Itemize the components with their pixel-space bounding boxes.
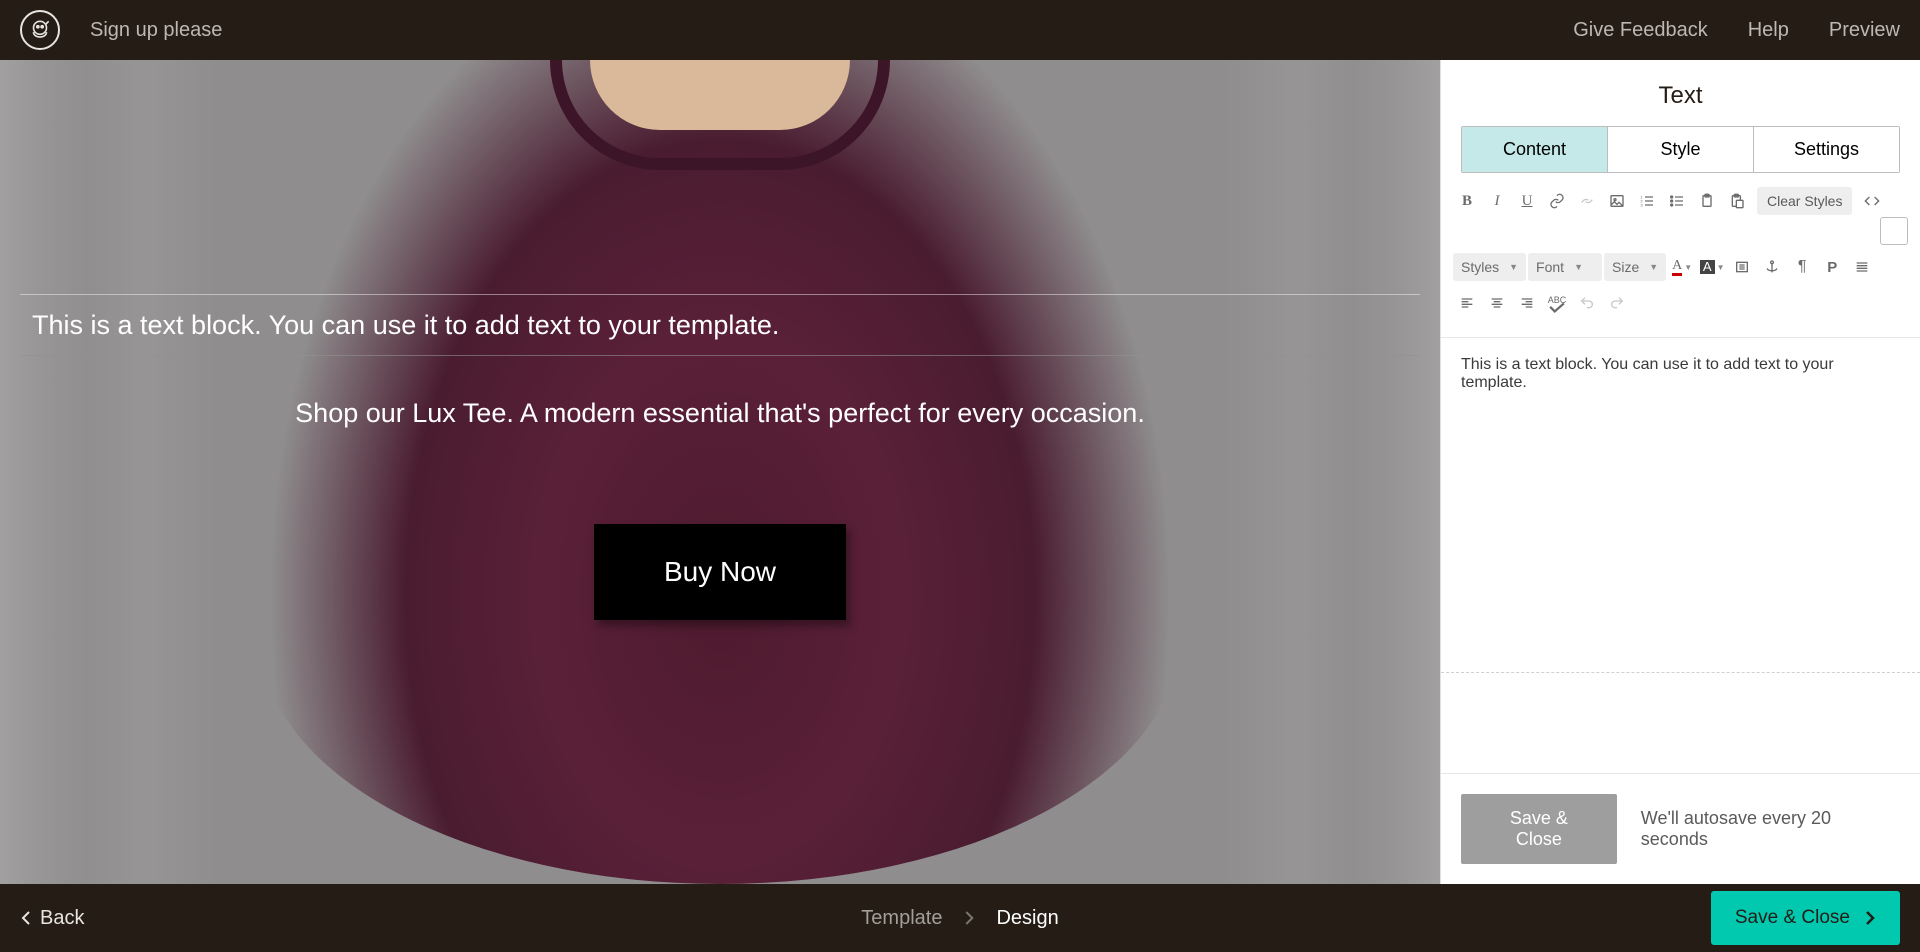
back-label: Back [40,907,84,930]
paste-button[interactable] [1693,187,1721,215]
underline-button[interactable]: U [1513,187,1541,215]
crumb-template[interactable]: Template [861,907,942,930]
align-center-button[interactable] [1483,289,1511,317]
panel-save-close-button[interactable]: Save & Close [1461,794,1617,864]
code-icon [1864,193,1880,209]
size-dropdown[interactable]: Size ▼ [1604,253,1666,281]
unordered-list-icon [1669,193,1685,209]
redo-icon [1609,295,1625,311]
help-link[interactable]: Help [1748,19,1789,42]
justify-button[interactable] [1848,253,1876,281]
align-left-icon [1459,295,1475,311]
justify-icon [1854,259,1870,275]
bottom-bar: Back Template Design Save & Close [0,884,1920,952]
undo-icon [1579,295,1595,311]
text-block-content: This is a text block. You can use it to … [32,309,1408,341]
editor-panel: Text Content Style Settings B I U 123 Cl… [1440,60,1920,884]
align-right-button[interactable] [1513,289,1541,317]
autosave-message: We'll autosave every 20 seconds [1641,808,1900,850]
main-area: This is a text block. You can use it to … [0,60,1920,884]
anchor-icon [1764,259,1780,275]
mailchimp-icon [27,17,53,43]
chevron-left-icon [20,910,32,926]
panel-footer: Save & Close We'll autosave every 20 sec… [1441,773,1920,884]
svg-text:3: 3 [1640,202,1643,207]
bold-icon: B [1462,193,1472,210]
image-button[interactable] [1603,187,1631,215]
size-dropdown-label: Size [1612,259,1639,275]
canvas[interactable]: This is a text block. You can use it to … [0,60,1440,884]
merge-tags-icon [1734,259,1750,275]
anchor-button[interactable] [1758,253,1786,281]
link-button[interactable] [1543,187,1571,215]
ltr-icon: P [1827,259,1837,276]
text-color-button[interactable]: A▼ [1668,253,1696,281]
merge-tags-button[interactable] [1728,253,1756,281]
source-code-button[interactable] [1858,187,1886,215]
text-editor[interactable]: This is a text block. You can use it to … [1441,338,1920,672]
clear-styles-button[interactable]: Clear Styles [1757,187,1852,215]
align-left-button[interactable] [1453,289,1481,317]
align-center-icon [1489,295,1505,311]
preview-link[interactable]: Preview [1829,19,1900,42]
unordered-list-button[interactable] [1663,187,1691,215]
save-close-primary-button[interactable]: Save & Close [1711,891,1900,945]
link-icon [1549,193,1565,209]
buy-now-button[interactable]: Buy Now [594,524,846,620]
paste-icon [1699,193,1715,209]
image-icon [1609,193,1625,209]
bg-color-button[interactable]: A▼ [1698,253,1726,281]
chevron-right-icon [964,911,974,925]
italic-icon: I [1495,193,1500,210]
styles-dropdown[interactable]: Styles ▼ [1453,253,1526,281]
tab-content[interactable]: Content [1462,127,1607,172]
paste-text-icon [1729,193,1745,209]
save-close-primary-label: Save & Close [1735,907,1850,929]
ordered-list-button[interactable]: 123 [1633,187,1661,215]
ltr-button[interactable]: P [1818,253,1846,281]
caret-down-icon: ▼ [1574,262,1583,272]
underline-icon: U [1522,193,1533,210]
bold-button[interactable]: B [1453,187,1481,215]
breadcrumb: Template Design [861,907,1058,930]
text-block-selected[interactable]: This is a text block. You can use it to … [20,294,1420,356]
redo-button [1603,289,1631,317]
font-dropdown[interactable]: Font ▼ [1528,253,1602,281]
campaign-title[interactable]: Sign up please [90,19,222,42]
ordered-list-icon: 123 [1639,193,1655,209]
bg-color-icon: A [1700,260,1715,274]
spellcheck-button[interactable]: ABC [1543,289,1571,317]
paragraph-button[interactable]: ¶ [1788,253,1816,281]
back-button[interactable]: Back [20,907,84,930]
panel-title: Text [1441,60,1920,126]
paragraph-icon: ¶ [1798,258,1807,276]
chevron-right-icon [1864,910,1876,926]
hero-subtitle[interactable]: Shop our Lux Tee. A modern essential tha… [295,398,1145,429]
tab-style[interactable]: Style [1607,127,1753,172]
caret-down-icon: ▼ [1649,262,1658,272]
panel-tabs: Content Style Settings [1461,126,1900,173]
caret-down-icon: ▼ [1509,262,1518,272]
styles-dropdown-label: Styles [1461,259,1499,275]
fullscreen-button[interactable] [1880,217,1908,245]
paste-text-button[interactable] [1723,187,1751,215]
undo-button [1573,289,1601,317]
tab-settings[interactable]: Settings [1753,127,1899,172]
editor-content: This is a text block. You can use it to … [1461,356,1834,391]
top-bar: Sign up please Give Feedback Help Previe… [0,0,1920,60]
font-dropdown-label: Font [1536,259,1564,275]
unlink-icon [1579,193,1595,209]
align-right-icon [1519,295,1535,311]
spellcheck-icon: ABC [1548,298,1567,308]
crumb-design[interactable]: Design [996,907,1058,930]
unlink-button [1573,187,1601,215]
text-color-icon: A [1672,259,1682,276]
hero-content: This is a text block. You can use it to … [0,60,1440,884]
brand-logo[interactable] [20,10,60,50]
italic-button[interactable]: I [1483,187,1511,215]
rich-text-toolbar: B I U 123 Clear Styles Styles ▼ Font ▼ Siz… [1441,173,1920,331]
give-feedback-link[interactable]: Give Feedback [1573,19,1708,42]
